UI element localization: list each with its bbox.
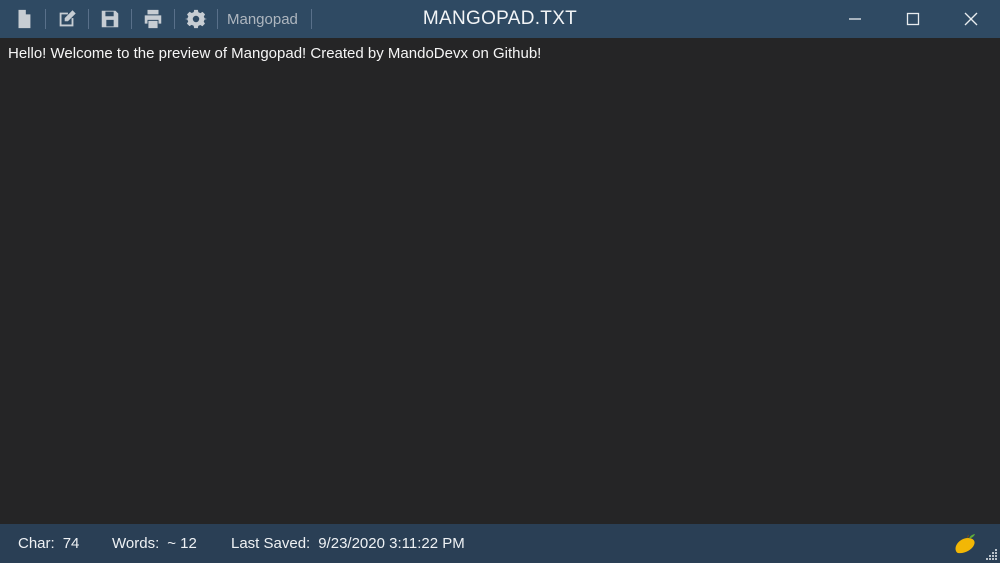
toolbar-divider bbox=[217, 9, 218, 29]
char-count: Char: 74 bbox=[18, 535, 79, 552]
last-saved-value: 9/23/2020 3:11:22 PM bbox=[318, 535, 465, 552]
new-file-button[interactable] bbox=[10, 5, 38, 33]
mango-logo-icon bbox=[955, 534, 975, 554]
edit-icon bbox=[59, 10, 76, 27]
window-controls bbox=[826, 0, 1000, 38]
toolbar-divider bbox=[174, 9, 175, 29]
toolbar-divider bbox=[131, 9, 132, 29]
app-name-label: Mangopad bbox=[227, 10, 298, 28]
text-editor[interactable]: Hello! Welcome to the preview of Mangopa… bbox=[0, 38, 1000, 524]
char-count-label: Char: bbox=[18, 535, 55, 552]
word-count-label: Words: bbox=[112, 535, 160, 552]
toolbar-divider bbox=[88, 9, 89, 29]
minimize-icon bbox=[849, 18, 861, 20]
resize-grip-icon[interactable] bbox=[984, 547, 998, 561]
word-count: Words: ~ 12 bbox=[112, 535, 197, 552]
status-bar: Char: 74 Words: ~ 12 Last Saved: 9/23/20… bbox=[0, 524, 1000, 563]
title-bar[interactable]: Mangopad MANGOPAD.TXT bbox=[0, 0, 1000, 38]
last-saved-label: Last Saved: bbox=[231, 535, 311, 552]
settings-button[interactable] bbox=[182, 5, 210, 33]
char-count-value: 74 bbox=[62, 535, 80, 552]
settings-gear-icon bbox=[185, 9, 207, 29]
save-button[interactable] bbox=[96, 5, 124, 33]
maximize-button[interactable] bbox=[884, 0, 942, 38]
last-saved: Last Saved: 9/23/2020 3:11:22 PM bbox=[231, 535, 465, 552]
maximize-icon bbox=[906, 12, 920, 26]
close-icon bbox=[964, 12, 978, 26]
toolbar-divider bbox=[310, 9, 312, 29]
new-file-icon bbox=[18, 9, 31, 29]
edit-button[interactable] bbox=[53, 5, 81, 33]
save-icon bbox=[101, 10, 119, 28]
word-count-value: ~ 12 bbox=[167, 535, 197, 552]
print-button[interactable] bbox=[139, 5, 167, 33]
toolbar-divider bbox=[45, 9, 46, 29]
minimize-button[interactable] bbox=[826, 0, 884, 38]
print-icon bbox=[144, 9, 162, 29]
close-button[interactable] bbox=[942, 0, 1000, 38]
toolbar: Mangopad bbox=[0, 0, 319, 38]
